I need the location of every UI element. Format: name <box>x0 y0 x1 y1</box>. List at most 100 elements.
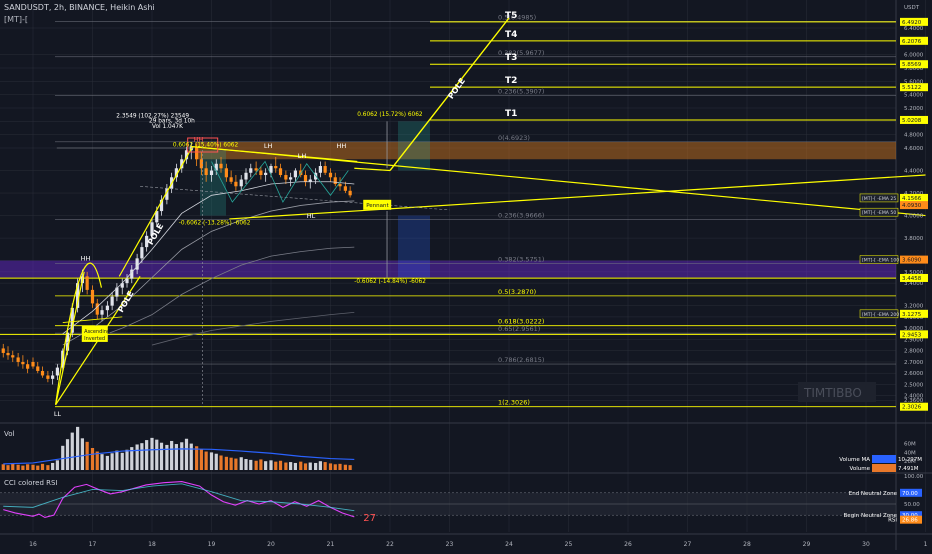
candle-body <box>11 355 15 358</box>
candle-body <box>85 276 89 290</box>
volume-bar <box>348 465 352 470</box>
time-axis-tick: 29 <box>803 541 811 548</box>
volume-bar <box>224 456 228 470</box>
price-chart[interactable]: 0.5(6.4985)0.382(5.9677)0.236(5.3907)0(4… <box>0 0 932 550</box>
candle-body <box>204 168 208 176</box>
candle-body <box>214 163 218 171</box>
rsi-axis-tick: 50.00 <box>904 502 920 508</box>
candle-body <box>333 177 337 185</box>
volume-bar <box>244 459 248 470</box>
volume-bar <box>65 439 70 470</box>
volume-bar <box>76 426 80 470</box>
volume-bar <box>46 465 50 470</box>
candle-body <box>284 175 288 180</box>
candle-body <box>16 357 20 362</box>
candle-body <box>219 163 223 169</box>
time-axis-tick: 22 <box>386 541 394 548</box>
flag-measure-text: 0.6062 (15.40%) 6062 <box>173 143 239 149</box>
candle-body <box>1 348 5 353</box>
flag-drop-text: -0.6062 (-13.28%) -6062 <box>179 221 251 227</box>
price-tag: 5.0208 <box>902 118 922 124</box>
candle-body <box>249 168 253 173</box>
candle-body <box>105 305 109 311</box>
end-neutral-value: 70.00 <box>902 491 918 497</box>
candle-body <box>95 303 99 315</box>
hl-label: HL <box>307 212 316 220</box>
volume-bar <box>184 438 189 470</box>
price-tag: 6.2076 <box>902 39 922 45</box>
candle-body <box>110 296 114 306</box>
volume-bar <box>343 464 347 470</box>
time-axis-tick: 28 <box>743 541 751 548</box>
time-axis-tick: 26 <box>624 541 632 548</box>
price-axis-tick: 6.0000 <box>904 53 924 59</box>
price-axis-tick: 4.8000 <box>904 133 924 139</box>
volume-bar <box>135 444 139 470</box>
candle-body <box>323 166 327 173</box>
vol-axis-tick: 40M <box>904 450 916 456</box>
candle-body <box>278 168 283 176</box>
target-label: T4 <box>505 30 517 40</box>
volume-bar <box>70 432 74 470</box>
volume-bar <box>195 446 199 470</box>
end-neutral-label: End Neutral Zone <box>849 491 898 497</box>
volume-bar <box>85 441 89 470</box>
candle-body <box>244 172 248 180</box>
volume-bar <box>333 464 337 470</box>
fib-label: 1(2.3026) <box>498 399 530 407</box>
watermark: TIMTIBBO <box>803 386 862 400</box>
fib-label: 0.5(3.2870) <box>498 288 536 296</box>
candle-body <box>31 361 35 367</box>
rsi-value: 26.86 <box>902 518 918 524</box>
vol-ma-label: Volume MA <box>839 457 870 463</box>
symbol-title: SANDUSDT, 2h, BINANCE, Heikin Ashi <box>4 3 155 12</box>
candle-body <box>46 375 50 379</box>
candle-body <box>234 181 238 187</box>
fib-label: 0.236(3.9666) <box>498 211 544 219</box>
ascending-label: Ascending <box>84 329 110 335</box>
vol-panel-title: Vol <box>4 430 15 438</box>
price-axis-tick: 4.6000 <box>904 146 924 152</box>
volume-bar <box>254 460 258 470</box>
volume-bar <box>150 437 154 470</box>
target-label: T5 <box>505 11 517 21</box>
target-label: T1 <box>505 109 517 119</box>
volume-bar <box>26 464 30 470</box>
time-axis-tick: 23 <box>446 541 454 548</box>
candle-body <box>51 375 55 379</box>
price-axis-tick: 2.8000 <box>904 349 924 355</box>
volume-bar <box>189 443 193 470</box>
chart-stage[interactable]: 0.5(6.4985) 0.382(5.9677) 0.236(5.3907) 0(4… <box>0 0 932 550</box>
ema-tag: [MT]-[ -EMA 25 <box>862 196 896 202</box>
fib-label: 0.236(5.3907) <box>498 87 544 95</box>
volume-bar <box>120 452 124 470</box>
price-tag: 3.1275 <box>902 312 922 318</box>
price-axis-tick: 2.7000 <box>904 360 924 366</box>
candle-body <box>90 289 95 304</box>
lh-label: LH <box>264 142 273 150</box>
candle-body <box>26 364 30 369</box>
time-axis-tick: 30 <box>862 541 870 548</box>
price-tag: 4.1566 <box>902 196 922 202</box>
volume-bar <box>219 455 223 470</box>
volume-bar <box>180 442 184 470</box>
volume-bar <box>274 461 278 470</box>
inverted-label: Inverted <box>84 336 105 342</box>
volume-bar <box>6 465 10 470</box>
time-axis-tick: 16 <box>29 541 37 548</box>
volume-bar <box>303 463 308 470</box>
candle-body <box>264 172 268 176</box>
candle-body <box>40 370 45 376</box>
volume-bar <box>159 442 164 470</box>
volume-bar <box>1 464 5 470</box>
volume-bar <box>155 439 159 470</box>
price-axis-tick: 2.6000 <box>904 371 924 377</box>
price-axis-tick: 3.2000 <box>904 304 924 310</box>
volume-bar <box>289 462 293 470</box>
price-tag: 5.5122 <box>902 85 921 91</box>
target-up-text: 0.6062 (15.72%) 6062 <box>357 112 423 118</box>
candle-body <box>254 168 258 171</box>
volume-bar <box>40 463 45 470</box>
volume-bar <box>209 452 214 470</box>
price-axis-tick: 5.4000 <box>904 93 924 99</box>
